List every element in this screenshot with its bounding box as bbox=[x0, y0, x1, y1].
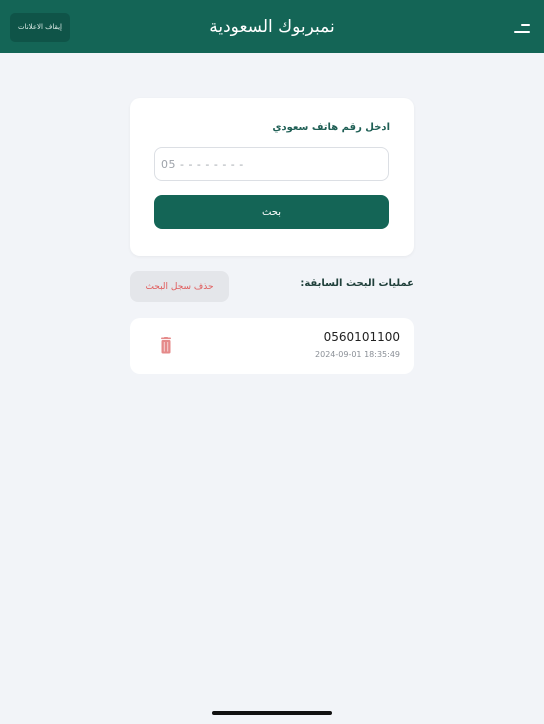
trash-icon[interactable] bbox=[158, 337, 174, 355]
home-indicator bbox=[212, 711, 332, 715]
clear-history-button[interactable]: حذف سجل البحث bbox=[130, 271, 229, 302]
search-card: ادخل رقم هاتف سعودي بحث bbox=[130, 98, 414, 256]
app-header: إيقاف الاعلانات نمبربوك السعودية bbox=[0, 0, 544, 53]
history-title: عمليات البحث السابقة: bbox=[300, 278, 414, 289]
search-button[interactable]: بحث bbox=[154, 195, 389, 229]
phone-input[interactable] bbox=[154, 147, 389, 181]
menu-icon[interactable] bbox=[512, 22, 530, 36]
app-title: نمبربوك السعودية bbox=[209, 17, 335, 37]
phone-field-label: ادخل رقم هاتف سعودي bbox=[272, 122, 390, 133]
menu-icon-line-short bbox=[521, 24, 530, 26]
history-item-phone: 0560101100 bbox=[323, 330, 400, 344]
stop-ads-button[interactable]: إيقاف الاعلانات bbox=[10, 13, 70, 42]
history-item-timestamp: 2024-09-01 18:35:49 bbox=[315, 350, 400, 359]
history-item[interactable]: 0560101100 2024-09-01 18:35:49 bbox=[130, 318, 414, 374]
app-screen: إيقاف الاعلانات نمبربوك السعودية ادخل رق… bbox=[0, 0, 544, 724]
menu-icon-line-long bbox=[514, 31, 530, 33]
